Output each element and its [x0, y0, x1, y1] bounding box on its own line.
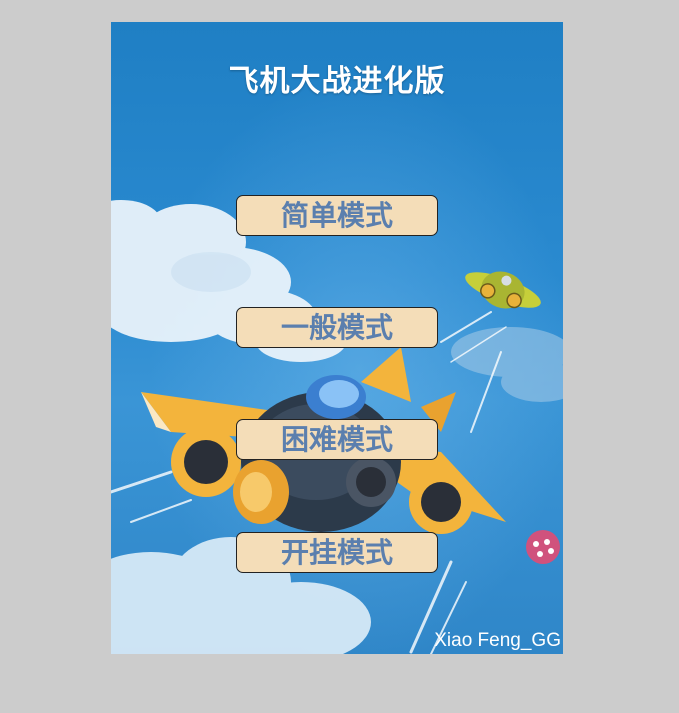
cheat-mode-button[interactable]: 开挂模式 [236, 532, 438, 573]
author-credit: Xiao Feng_GG [434, 630, 561, 651]
enemy-creature-icon [526, 530, 560, 564]
hard-mode-button[interactable]: 困难模式 [236, 419, 438, 460]
normal-mode-button[interactable]: 一般模式 [236, 307, 438, 348]
enemy-plane-icon [465, 271, 541, 309]
cloud-icon [451, 327, 563, 402]
game-title: 飞机大战进化版 [228, 64, 446, 99]
game-canvas[interactable]: 飞机大战进化版 简单模式 一般模式 困难模式 开挂模式 Xiao Feng_GG [111, 22, 563, 654]
easy-mode-button[interactable]: 简单模式 [236, 195, 438, 236]
